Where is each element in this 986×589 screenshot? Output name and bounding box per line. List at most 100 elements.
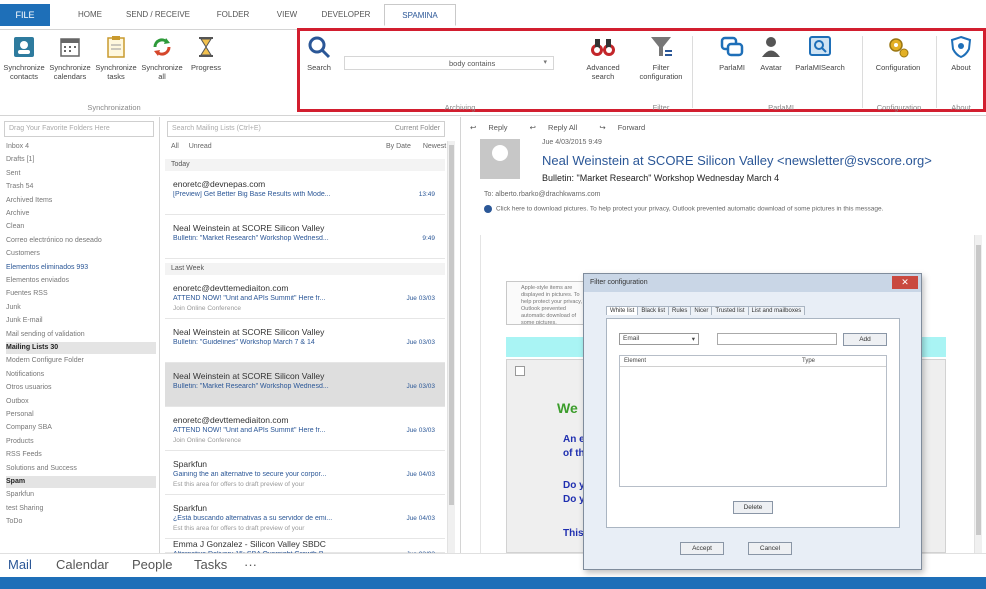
dialog-tab[interactable]: Rules: [668, 306, 692, 315]
nav-tasks[interactable]: Tasks: [194, 557, 227, 572]
message-row[interactable]: Emma J Gonzalez - Silicon Valley SBDCAlt…: [165, 531, 445, 558]
tab-folder[interactable]: FOLDER: [208, 4, 258, 26]
group-header-today[interactable]: Today: [165, 159, 445, 171]
nav-calendar[interactable]: Calendar: [56, 557, 109, 572]
dialog-tab[interactable]: Nicer: [690, 306, 713, 315]
mail-search-input[interactable]: Search Mailing Lists (Ctrl+E) Current Fo…: [167, 121, 445, 137]
sync-contacts-button[interactable]: Synchronize contacts: [2, 32, 46, 81]
dialog-tab[interactable]: Trusted list: [711, 306, 749, 315]
configuration-button[interactable]: Configuration: [868, 32, 928, 72]
favorites-drop-area[interactable]: Drag Your Favorite Folders Here: [4, 121, 154, 137]
folder-item[interactable]: Elementos eliminados 993: [6, 262, 156, 274]
folder-item[interactable]: Sent: [6, 168, 156, 180]
avatar-button[interactable]: Avatar: [756, 32, 786, 72]
message-row[interactable]: enoretc@devttemediaiton.com ATTEND NOW! "…: [165, 275, 445, 319]
folder-item[interactable]: Trash 54: [6, 181, 156, 193]
folder-item[interactable]: ToDo: [6, 516, 156, 528]
message-list-scrollbar[interactable]: [447, 141, 455, 553]
folder-item[interactable]: Correo electrónico no deseado: [6, 235, 156, 247]
folder-item[interactable]: Otros usuarios: [6, 382, 156, 394]
message-row[interactable]: Sparkfun Gaining the an alternative to se…: [165, 451, 445, 495]
sync-tasks-button[interactable]: Synchronize tasks: [94, 32, 138, 81]
folder-item[interactable]: Modern Configure Folder: [6, 355, 156, 367]
tab-spamina[interactable]: SPAMINA: [384, 4, 456, 26]
folder-item[interactable]: Fuentes RSS: [6, 288, 156, 300]
folder-item[interactable]: Spam: [6, 476, 156, 488]
element-value-input[interactable]: [717, 333, 837, 345]
accept-button[interactable]: Accept: [680, 542, 724, 555]
body-contains-select[interactable]: body contains: [449, 59, 495, 68]
filter-all[interactable]: All: [171, 143, 179, 150]
folder-item[interactable]: Notifications: [6, 369, 156, 381]
nav-more[interactable]: ···: [244, 557, 257, 572]
folder-item[interactable]: Mail sending of validation: [6, 329, 156, 341]
folder-item[interactable]: test Sharing: [6, 503, 156, 515]
scrollbar-thumb[interactable]: [449, 145, 454, 505]
archive-search-input[interactable]: body contains ▾: [344, 56, 554, 70]
about-button[interactable]: About: [944, 32, 978, 72]
folder-item[interactable]: Junk: [6, 302, 156, 314]
folder-item[interactable]: Personal: [6, 409, 156, 421]
folder-item[interactable]: Archive: [6, 208, 156, 220]
folder-item[interactable]: Mailing Lists 30: [6, 342, 156, 354]
folder-item[interactable]: Elementos enviados: [6, 275, 156, 287]
column-element[interactable]: Element: [624, 358, 646, 364]
folder-item[interactable]: Junk E-mail: [6, 315, 156, 327]
element-type-select[interactable]: Email ▾: [619, 333, 699, 345]
cancel-button[interactable]: Cancel: [748, 542, 792, 555]
sort-order[interactable]: Newest: [423, 143, 446, 150]
parlamt-button[interactable]: ParlaMI: [714, 32, 750, 72]
delete-button[interactable]: Delete: [733, 501, 773, 514]
dialog-tab[interactable]: List and mailboxes: [747, 306, 806, 315]
reply-all-button[interactable]: ↩ Reply All: [530, 123, 588, 132]
sync-calendars-button[interactable]: Synchronize calendars: [48, 32, 92, 81]
message-row[interactable]: enoretc@devnepas.com [Preview] Get Better…: [165, 171, 445, 215]
message-row[interactable]: Neal Weinstein at SCORE Silicon Valley Bu…: [165, 363, 445, 407]
search-button[interactable]: Search: [304, 32, 334, 72]
folder-item[interactable]: Customers: [6, 248, 156, 260]
dialog-tab[interactable]: White list: [606, 306, 639, 315]
download-pictures-infobar[interactable]: Click here to download pictures. To help…: [484, 205, 954, 214]
nav-mail[interactable]: Mail: [8, 557, 32, 572]
search-scope-select[interactable]: Current Folder: [395, 125, 440, 132]
filter-configuration-button[interactable]: Filter configuration: [634, 32, 688, 81]
folder-item[interactable]: Inbox 4: [6, 141, 156, 153]
folder-item[interactable]: Archived Items: [6, 195, 156, 207]
reading-pane-scrollbar[interactable]: [974, 235, 982, 553]
forward-button[interactable]: ↪ Forward: [599, 123, 655, 132]
message-row[interactable]: enoretc@devttemediaiton.com ATTEND NOW! "…: [165, 407, 445, 451]
tab-view[interactable]: VIEW: [270, 4, 304, 26]
folder-item[interactable]: Company SBA: [6, 422, 156, 434]
dialog-close-button[interactable]: ✕: [892, 276, 918, 289]
chevron-down-icon[interactable]: ▾: [543, 58, 547, 66]
message-row[interactable]: Neal Weinstein at SCORE Silicon Valley Bu…: [165, 319, 445, 363]
message-sender[interactable]: Neal Weinstein at SCORE Silicon Valley <…: [542, 153, 932, 168]
folder-item[interactable]: Products: [6, 436, 156, 448]
dialog-tab[interactable]: Black list: [637, 306, 670, 315]
collapse-toggle[interactable]: [515, 366, 525, 376]
sort-by[interactable]: By Date: [386, 143, 411, 150]
reply-button[interactable]: ↩ Reply: [470, 123, 518, 132]
dialog-title-bar[interactable]: Filter configuration ✕: [584, 274, 921, 292]
filter-unread[interactable]: Unread: [189, 143, 212, 150]
advanced-search-button[interactable]: Advanced search: [578, 32, 628, 81]
tab-home[interactable]: HOME: [70, 4, 110, 26]
tab-send-receive[interactable]: SEND / RECEIVE: [118, 4, 198, 26]
column-type[interactable]: Type: [802, 358, 815, 364]
folder-item[interactable]: Clean: [6, 221, 156, 233]
scrollbar-thumb[interactable]: [976, 245, 981, 535]
folder-item[interactable]: Outbox: [6, 396, 156, 408]
folder-item[interactable]: Solutions and Success: [6, 463, 156, 475]
nav-people[interactable]: People: [132, 557, 172, 572]
parlamt-search-button[interactable]: ParlaMISearch: [792, 32, 848, 72]
folder-item[interactable]: RSS Feeds: [6, 449, 156, 461]
message-row[interactable]: Neal Weinstein at SCORE Silicon Valley Bu…: [165, 215, 445, 259]
tab-developer[interactable]: DEVELOPER: [312, 4, 380, 26]
folder-item[interactable]: Sparkfun: [6, 489, 156, 501]
group-header-last-week[interactable]: Last Week: [165, 263, 445, 275]
progress-button[interactable]: Progress: [186, 32, 226, 72]
tab-file[interactable]: FILE: [0, 4, 50, 26]
add-button[interactable]: Add: [843, 333, 887, 346]
sync-all-button[interactable]: Synchronize all: [140, 32, 184, 81]
folder-item[interactable]: Drafts [1]: [6, 154, 156, 166]
